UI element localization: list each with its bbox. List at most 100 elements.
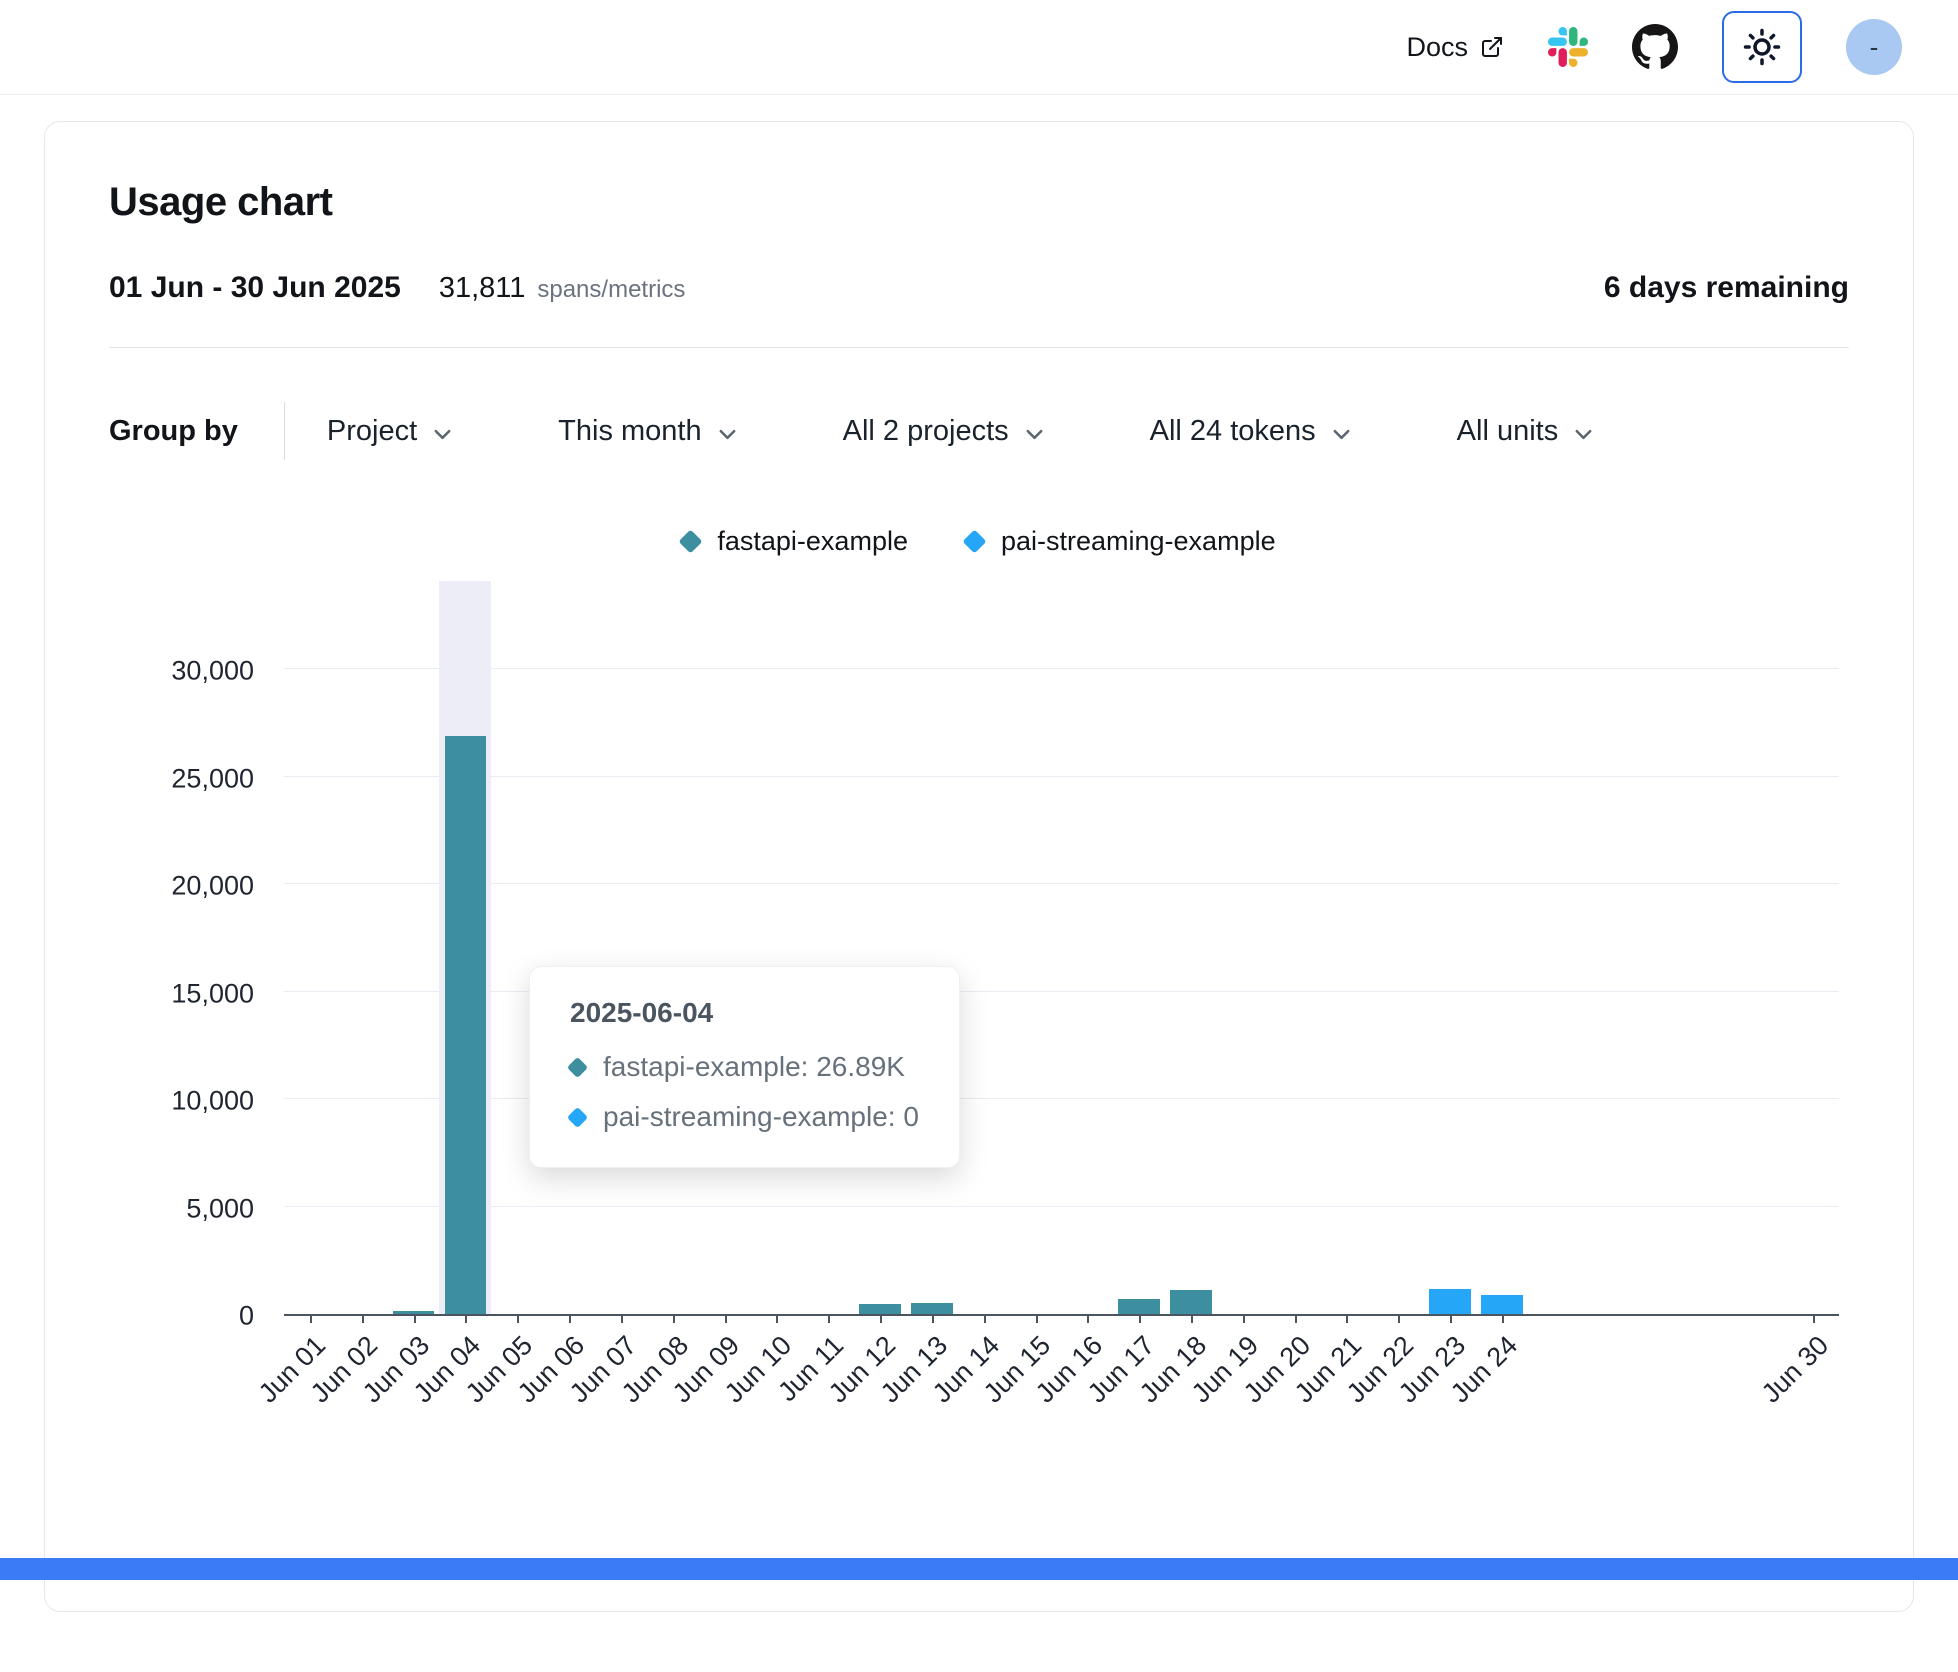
day-slot-jun-15[interactable]: Jun 15 xyxy=(1010,581,1062,1314)
x-tick xyxy=(362,1314,364,1323)
day-slot-jun-28[interactable] xyxy=(1683,581,1735,1314)
total-count: 31,811 xyxy=(439,272,526,305)
day-slot-jun-20[interactable]: Jun 20 xyxy=(1269,581,1321,1314)
plot-area[interactable]: 2025-06-04 fastapi-example: 26.89K pai-st… xyxy=(284,581,1839,1316)
day-slot-jun-02[interactable]: Jun 02 xyxy=(336,581,388,1314)
slack-icon[interactable] xyxy=(1548,27,1588,67)
x-tick xyxy=(569,1314,571,1323)
x-tick xyxy=(880,1314,882,1323)
day-slot-jun-17[interactable]: Jun 17 xyxy=(1113,581,1165,1314)
total-unit: spans/metrics xyxy=(537,276,685,304)
tooltip-rows: fastapi-example: 26.89K pai-streaming-exa… xyxy=(570,1051,919,1133)
x-tick xyxy=(1191,1314,1193,1323)
legend-item-fastapi-example[interactable]: fastapi-example xyxy=(682,526,908,557)
day-slot-jun-06[interactable]: Jun 06 xyxy=(543,581,595,1314)
tooltip-diamond-icon xyxy=(567,1056,588,1077)
day-slot-jun-25[interactable] xyxy=(1528,581,1580,1314)
x-tick xyxy=(1139,1314,1141,1323)
chevron-down-icon xyxy=(716,422,739,445)
days-remaining: 6 days remaining xyxy=(1604,271,1849,305)
chevron-down-icon xyxy=(431,422,454,445)
x-tick xyxy=(673,1314,675,1323)
day-slot-jun-07[interactable]: Jun 07 xyxy=(595,581,647,1314)
day-slot-jun-30[interactable]: Jun 30 xyxy=(1787,581,1839,1314)
day-slot-jun-09[interactable]: Jun 09 xyxy=(699,581,751,1314)
sun-icon xyxy=(1741,26,1783,68)
x-tick xyxy=(621,1314,623,1323)
filter-dropdown-all-units[interactable]: All units xyxy=(1457,415,1596,448)
x-tick xyxy=(1243,1314,1245,1323)
x-tick xyxy=(1295,1314,1297,1323)
docs-link[interactable]: Docs xyxy=(1406,32,1504,63)
tooltip-title: 2025-06-04 xyxy=(570,997,919,1029)
usage-chart: 05,00010,00015,00020,00025,00030,000 202… xyxy=(109,581,1849,1491)
x-tick xyxy=(776,1314,778,1323)
x-tick xyxy=(1398,1314,1400,1323)
day-slot-jun-18[interactable]: Jun 18 xyxy=(1165,581,1217,1314)
x-tick xyxy=(1502,1314,1504,1323)
filter-bar: Group by Project This month All 2 projects… xyxy=(109,402,1849,460)
day-slot-jun-22[interactable]: Jun 22 xyxy=(1372,581,1424,1314)
day-slot-jun-12[interactable]: Jun 12 xyxy=(854,581,906,1314)
page-title: Usage chart xyxy=(109,180,1849,225)
bar-pai-streaming-example xyxy=(1429,1289,1470,1314)
y-tick-label: 25,000 xyxy=(171,763,254,794)
x-tick xyxy=(414,1314,416,1323)
dropdown-label: Project xyxy=(327,415,417,448)
y-tick-label: 15,000 xyxy=(171,978,254,1009)
x-tick xyxy=(310,1314,312,1323)
legend-diamond-icon xyxy=(962,529,986,553)
day-slot-jun-04[interactable]: Jun 04 xyxy=(439,581,491,1314)
bar-pai-streaming-example xyxy=(1481,1295,1522,1314)
day-slot-jun-13[interactable]: Jun 13 xyxy=(906,581,958,1314)
day-slot-jun-14[interactable]: Jun 14 xyxy=(958,581,1010,1314)
bar-fastapi-example xyxy=(1118,1299,1159,1314)
tooltip-row-text: fastapi-example: 26.89K xyxy=(603,1051,905,1083)
x-tick xyxy=(1087,1314,1089,1323)
dropdown-label: All units xyxy=(1457,415,1559,448)
y-tick-label: 30,000 xyxy=(171,656,254,687)
day-slot-jun-10[interactable]: Jun 10 xyxy=(750,581,802,1314)
theme-toggle-button[interactable] xyxy=(1722,11,1802,83)
x-tick-label: Jun 30 xyxy=(1756,1330,1835,1409)
legend-item-pai-streaming-example[interactable]: pai-streaming-example xyxy=(966,526,1276,557)
divider xyxy=(109,347,1849,348)
day-slot-jun-03[interactable]: Jun 03 xyxy=(388,581,440,1314)
day-slot-jun-24[interactable]: Jun 24 xyxy=(1476,581,1528,1314)
dropdown-label: This month xyxy=(558,415,701,448)
x-tick xyxy=(1450,1314,1452,1323)
day-slot-jun-23[interactable]: Jun 23 xyxy=(1424,581,1476,1314)
day-slot-jun-21[interactable]: Jun 21 xyxy=(1321,581,1373,1314)
avatar[interactable]: - xyxy=(1846,19,1902,75)
bar-fastapi-example xyxy=(1170,1290,1211,1314)
day-slot-jun-01[interactable]: Jun 01 xyxy=(284,581,336,1314)
group-by-label: Group by xyxy=(109,415,238,448)
x-tick xyxy=(828,1314,830,1323)
day-slot-jun-11[interactable]: Jun 11 xyxy=(802,581,854,1314)
tooltip-row: pai-streaming-example: 0 xyxy=(570,1101,919,1133)
filter-dropdown-all-2-projects[interactable]: All 2 projects xyxy=(843,415,1046,448)
tooltip-row-text: pai-streaming-example: 0 xyxy=(603,1101,919,1133)
day-slot-jun-27[interactable] xyxy=(1632,581,1684,1314)
filter-dropdown-all-24-tokens[interactable]: All 24 tokens xyxy=(1150,415,1353,448)
legend-label: fastapi-example xyxy=(717,526,908,557)
dropdown-label: All 24 tokens xyxy=(1150,415,1316,448)
day-slot-jun-05[interactable]: Jun 05 xyxy=(491,581,543,1314)
vertical-divider xyxy=(284,402,285,460)
chevron-down-icon xyxy=(1572,422,1595,445)
bar-fastapi-example xyxy=(911,1303,952,1314)
x-tick xyxy=(984,1314,986,1323)
day-slot-jun-19[interactable]: Jun 19 xyxy=(1217,581,1269,1314)
external-link-icon xyxy=(1480,35,1504,59)
day-slot-jun-26[interactable] xyxy=(1580,581,1632,1314)
github-icon[interactable] xyxy=(1632,24,1678,70)
day-slot-jun-29[interactable] xyxy=(1735,581,1787,1314)
bar-fastapi-example xyxy=(445,736,486,1314)
filter-dropdowns: Project This month All 2 projects All 24 to… xyxy=(327,415,1595,448)
filter-dropdown-project[interactable]: Project xyxy=(327,415,454,448)
x-tick xyxy=(725,1314,727,1323)
bottom-strip xyxy=(0,1558,1958,1580)
filter-dropdown-this-month[interactable]: This month xyxy=(558,415,738,448)
day-slot-jun-16[interactable]: Jun 16 xyxy=(1061,581,1113,1314)
day-slot-jun-08[interactable]: Jun 08 xyxy=(647,581,699,1314)
